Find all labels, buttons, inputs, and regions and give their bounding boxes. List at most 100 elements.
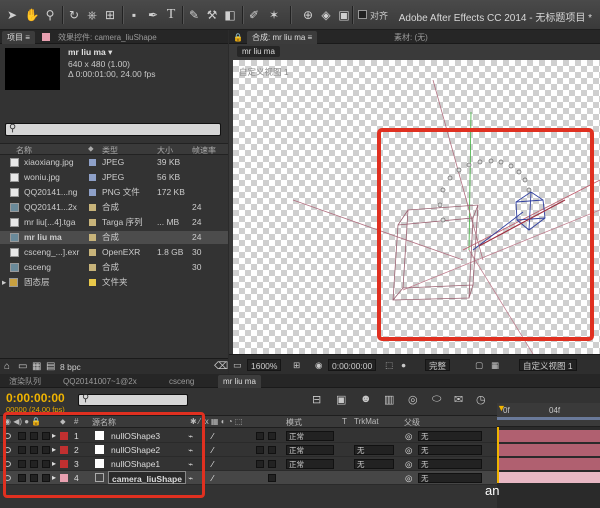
shy-layers-icon[interactable]: ☻ — [360, 393, 372, 405]
project-item[interactable]: 固态层 文件夹 ▸ — [0, 276, 228, 289]
col-mode[interactable]: 模式 — [286, 417, 302, 428]
parent-pickwhip-icon[interactable]: ◎ — [405, 471, 412, 485]
bit-depth-button[interactable]: 8 bpc — [60, 362, 81, 372]
snapshot-icon[interactable]: ◉ — [315, 360, 322, 371]
always-preview-icon[interactable]: ▭ — [233, 360, 242, 371]
parent-pickwhip-icon[interactable]: ◎ — [405, 429, 412, 443]
roto-brush-tool-icon[interactable]: ✐ — [246, 7, 262, 23]
new-folder-icon[interactable]: ▭ — [18, 361, 27, 372]
track-bar-2[interactable] — [497, 444, 600, 456]
mask-rect-tool-icon[interactable]: ▪ — [126, 7, 142, 23]
view-axis-icon[interactable]: ▣ — [336, 7, 352, 23]
project-item[interactable]: mr liu[...4].tga Targa 序列 ... MB 24 — [0, 216, 228, 229]
project-item[interactable]: QQ20141...ng PNG 文件 172 KB — [0, 186, 228, 199]
parent-dropdown[interactable]: 无 — [418, 431, 482, 441]
label-color-swatch[interactable] — [89, 234, 96, 241]
brush-tool-icon[interactable]: ✎ — [186, 7, 202, 23]
mode-dropdown[interactable]: 正常 — [286, 459, 334, 469]
quality-switch[interactable]: ⁄ — [212, 457, 213, 471]
col-trkmat[interactable]: TrkMat — [354, 417, 379, 426]
col-size[interactable]: 大小 — [157, 145, 173, 156]
track-bar-3[interactable] — [497, 458, 600, 470]
project-item[interactable]: woniu.jpg JPEG 56 KB — [0, 171, 228, 184]
playhead-icon[interactable]: ▼ — [497, 403, 506, 427]
trkmat-dropdown[interactable]: 无 — [354, 459, 394, 469]
project-item[interactable]: csceng_...].exr OpenEXR 1.8 GB 30 — [0, 246, 228, 259]
transparency-grid-icon[interactable]: ▦ — [491, 360, 499, 371]
quality-switch[interactable]: ⁄ — [212, 471, 213, 485]
new-comp-icon[interactable]: ▦ — [32, 361, 41, 372]
tab-effect-controls[interactable]: 效果控件: camera_liuShape — [53, 31, 162, 44]
3d-layer-switch[interactable] — [268, 432, 276, 440]
trash-icon[interactable]: ▤ — [46, 361, 55, 372]
label-color-swatch[interactable] — [89, 264, 96, 271]
text-tool-icon[interactable]: T — [163, 7, 179, 23]
eraser-tool-icon[interactable]: ◧ — [222, 7, 238, 23]
parent-dropdown[interactable]: 无 — [418, 473, 482, 483]
3d-layer-switch[interactable] — [268, 460, 276, 468]
tab-footage[interactable]: 素材: (无) — [389, 31, 433, 44]
expand-arrow-icon[interactable]: ▸ — [2, 276, 6, 289]
pan-behind-tool-icon[interactable]: ⊞ — [102, 7, 118, 23]
project-item[interactable]: csceng 合成 30 — [0, 261, 228, 274]
tab-composition[interactable]: 合成: mr liu ma ≡ — [247, 31, 318, 44]
puppet-tool-icon[interactable]: ✶ — [266, 7, 282, 23]
track-bar-1[interactable] — [497, 430, 600, 442]
parent-dropdown[interactable]: 无 — [418, 459, 482, 469]
delete-icon[interactable]: ⌫ — [214, 361, 228, 372]
mode-dropdown[interactable]: 正常 — [286, 445, 334, 455]
time-ruler[interactable]: 0f 04f ▼ — [497, 403, 600, 427]
draft-3d-icon[interactable]: ▣ — [336, 393, 346, 406]
camera-tool-icon[interactable]: ⎈ — [84, 7, 100, 23]
comp-viewer[interactable]: 自定义视图 1 — [233, 60, 600, 354]
col-parent[interactable]: 父级 — [404, 417, 420, 428]
work-area-bar[interactable] — [497, 417, 600, 420]
interpret-footage-icon[interactable]: ⌂ — [4, 361, 10, 372]
3d-layer-switch[interactable] — [268, 474, 276, 482]
pen-tool-icon[interactable]: ✒ — [145, 7, 161, 23]
lock-icon[interactable]: 🔒 — [233, 33, 243, 42]
world-axis-icon[interactable]: ◈ — [318, 7, 334, 23]
zoom-tool-icon[interactable]: ⚲ — [42, 7, 58, 23]
timeline-timecode[interactable]: 0:00:00:00 — [6, 391, 65, 405]
quality-switch[interactable]: ⁄ — [212, 443, 213, 457]
comp-name[interactable]: mr liu ma ▾ — [68, 47, 112, 58]
clone-stamp-tool-icon[interactable]: ⚒ — [204, 7, 220, 23]
label-color-swatch[interactable] — [89, 174, 96, 181]
collapse-switch[interactable] — [256, 460, 264, 468]
mode-dropdown[interactable]: 正常 — [286, 431, 334, 441]
local-axis-icon[interactable]: ⊕ — [300, 7, 316, 23]
zoom-dropdown[interactable]: 1600% — [247, 359, 282, 371]
frame-blending-icon[interactable]: ▥ — [384, 393, 394, 406]
rotate-tool-icon[interactable]: ↻ — [66, 7, 82, 23]
motion-blur-icon[interactable]: ◎ — [408, 393, 418, 406]
3d-layer-switch[interactable] — [268, 446, 276, 454]
snapping-checkbox[interactable] — [358, 10, 367, 19]
collapse-switch[interactable] — [256, 446, 264, 454]
timeline-tracks[interactable]: 0f 04f ▼ an — [485, 403, 600, 508]
hand-tool-icon[interactable]: ✋ — [24, 7, 40, 23]
tab-render-queue[interactable]: 渲染队列 — [4, 375, 46, 388]
label-color-swatch[interactable] — [89, 249, 96, 256]
show-channel-icon[interactable]: ● — [401, 360, 406, 370]
label-color-swatch[interactable] — [89, 159, 96, 166]
collapse-switch[interactable] — [256, 432, 264, 440]
col-name[interactable]: 名称 — [16, 145, 32, 156]
trkmat-dropdown[interactable]: 无 — [354, 445, 394, 455]
col-fps[interactable]: 帧速率 — [192, 145, 216, 156]
col-type[interactable]: 类型 — [102, 145, 118, 156]
tab-qq-comp[interactable]: QQ20141007~1@2x — [58, 375, 142, 388]
parent-dropdown[interactable]: 无 — [418, 445, 482, 455]
parent-pickwhip-icon[interactable]: ◎ — [405, 457, 412, 471]
view-dropdown[interactable]: 自定义视图 1 — [519, 359, 577, 371]
layer-search-input[interactable] — [78, 394, 188, 406]
region-of-interest-icon[interactable]: ▢ — [475, 360, 483, 371]
selection-tool-icon[interactable]: ➤ — [4, 7, 20, 23]
quality-switch[interactable]: ⁄ — [212, 429, 213, 443]
resolution-dropdown[interactable]: 完整 — [425, 359, 451, 371]
comp-timecode[interactable]: 0:00:00:00 — [328, 359, 377, 371]
tab-mr-liu-ma[interactable]: mr liu ma — [218, 375, 261, 388]
comp-mini-flowchart-icon[interactable]: ⊟ — [312, 393, 321, 406]
keyframe-icon[interactable]: ◷ — [476, 393, 486, 406]
label-color-swatch[interactable] — [89, 279, 96, 286]
